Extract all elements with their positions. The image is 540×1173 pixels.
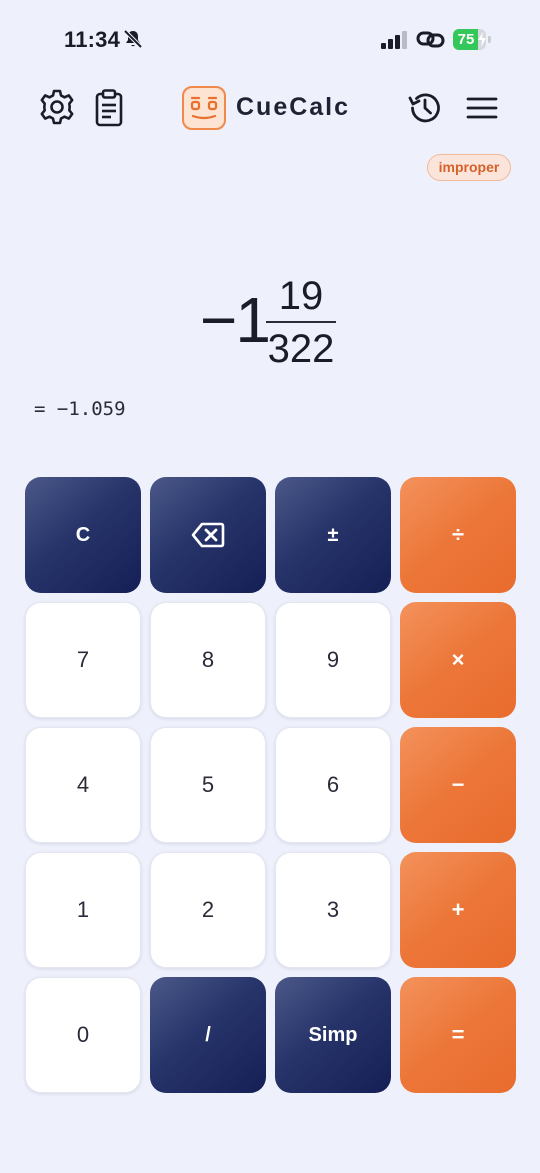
digit-0-button[interactable]: 0	[25, 977, 141, 1093]
backspace-icon	[191, 522, 225, 548]
hamburger-menu-icon[interactable]	[465, 94, 499, 122]
silent-bell-icon	[123, 29, 143, 49]
digit-9-button[interactable]: 9	[275, 602, 391, 718]
digit-4-button[interactable]: 4	[25, 727, 141, 843]
fraction-numerator: 19	[278, 274, 324, 318]
equals-button[interactable]: =	[400, 977, 516, 1093]
digit-1-button[interactable]: 1	[25, 852, 141, 968]
personal-hotspot-icon	[416, 31, 445, 48]
fraction-slash-button[interactable]: /	[150, 977, 266, 1093]
fraction-denominator: 322	[267, 327, 335, 371]
clipboard-icon[interactable]	[91, 88, 127, 128]
status-bar: 11:34 75	[0, 0, 540, 80]
fraction-bar	[266, 321, 336, 323]
decimal-result: = −1.059	[34, 398, 126, 420]
digit-3-button[interactable]: 3	[275, 852, 391, 968]
digit-6-button[interactable]: 6	[275, 727, 391, 843]
digit-2-button[interactable]: 2	[150, 852, 266, 968]
settings-gear-icon[interactable]	[38, 88, 76, 126]
battery-indicator: 75	[453, 29, 493, 50]
battery-percent: 75	[457, 31, 475, 48]
digit-5-button[interactable]: 5	[150, 727, 266, 843]
app-title: CueCalc	[236, 93, 351, 121]
digit-7-button[interactable]: 7	[25, 602, 141, 718]
subtract-button[interactable]: −	[400, 727, 516, 843]
charging-bolt-icon	[478, 32, 486, 47]
clear-button[interactable]: C	[25, 477, 141, 593]
mixed-number-whole: −1	[200, 284, 271, 356]
divide-button[interactable]: ÷	[400, 477, 516, 593]
app-logo	[182, 86, 226, 130]
signal-icon	[381, 31, 407, 49]
backspace-button[interactable]	[150, 477, 266, 593]
status-time: 11:34	[64, 27, 121, 52]
digit-8-button[interactable]: 8	[150, 602, 266, 718]
multiply-button[interactable]: ×	[400, 602, 516, 718]
history-icon[interactable]	[406, 89, 444, 127]
plus-minus-button[interactable]: ±	[275, 477, 391, 593]
robot-face-icon	[190, 96, 218, 120]
mode-badge[interactable]: improper	[427, 154, 511, 181]
add-button[interactable]: +	[400, 852, 516, 968]
simplify-button[interactable]: Simp	[275, 977, 391, 1093]
